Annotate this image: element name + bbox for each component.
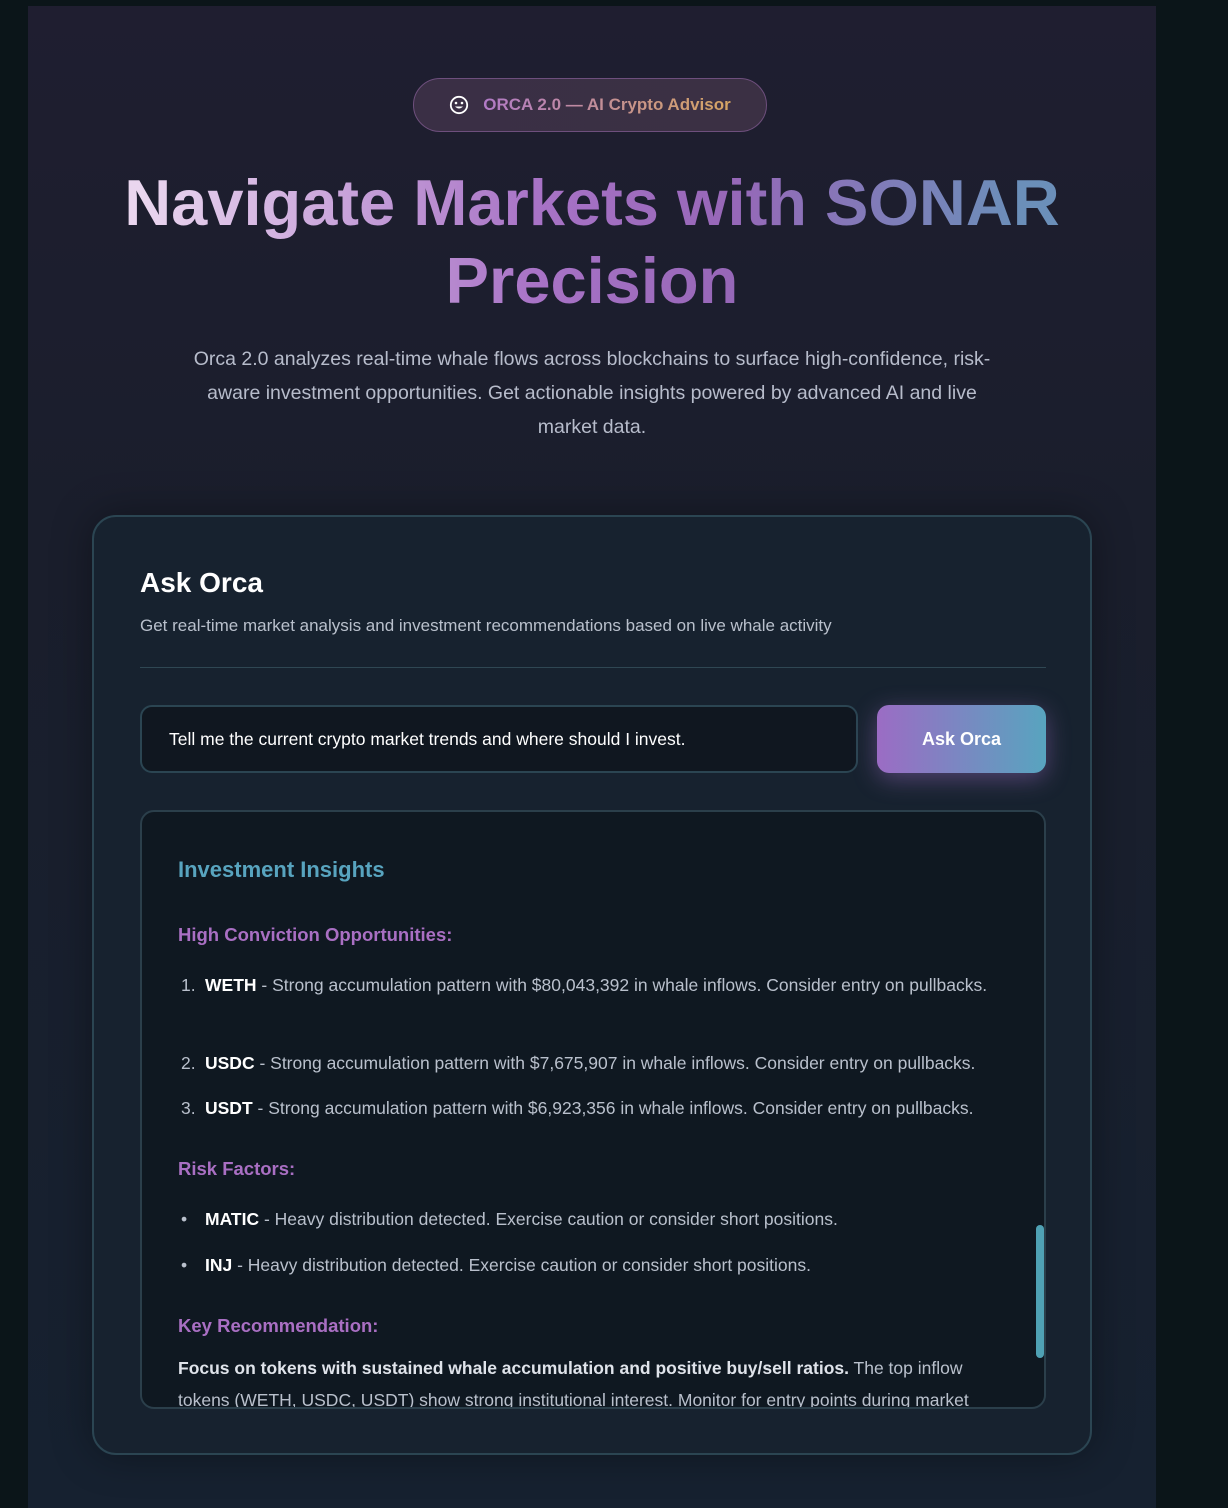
hero-title: Navigate Markets with SONAR Precision [28,164,1156,320]
hero-subtitle: Orca 2.0 analyzes real-time whale flows … [193,348,991,438]
list-marker: • [181,1255,188,1275]
product-badge: ORCA 2.0 — AI Crypto Advisor [413,78,767,132]
list-item: • INJ - Heavy distribution detected. Exe… [181,1249,1005,1281]
ask-orca-button[interactable]: Ask Orca [877,705,1046,773]
item-text: - Strong accumulation pattern with $6,92… [252,1098,974,1118]
item-text: - Heavy distribution detected. Exercise … [259,1209,838,1229]
list-item: 2. USDC - Strong accumulation pattern wi… [181,1047,1005,1079]
token-name: WETH [205,975,257,995]
high-conviction-heading: High Conviction Opportunities: [178,924,453,945]
token-name: MATIC [205,1209,260,1229]
list-marker: • [181,1209,188,1229]
key-recommendation-text: Focus on tokens with sustained whale acc… [178,1352,1008,1407]
divider [140,667,1046,668]
hero-title-line2: Precision [445,244,739,317]
item-text: - Strong accumulation pattern with $7,67… [254,1053,976,1073]
card-subtitle: Get real-time market analysis and invest… [140,616,832,635]
item-text: - Strong accumulation pattern with $80,0… [256,975,988,995]
list-item: • MATIC - Heavy distribution detected. E… [181,1203,1005,1235]
insights-title: Investment Insights [178,857,385,882]
insights-scroll-area: Investment Insights High Conviction Oppo… [142,812,1044,1407]
insights-panel[interactable]: Investment Insights High Conviction Oppo… [140,810,1046,1409]
page: ORCA 2.0 — AI Crypto Advisor Navigate Ma… [28,6,1156,1508]
token-name: USDC [205,1053,255,1073]
list-item: 3. USDT - Strong accumulation pattern wi… [181,1092,1005,1124]
key-recommendation-heading: Key Recommendation: [178,1315,379,1336]
smiley-icon [449,95,469,115]
scrollbar-thumb[interactable] [1036,1225,1044,1358]
recommendation-emphasis: Focus on tokens with sustained whale acc… [178,1358,849,1378]
list-marker: 1. [181,975,196,995]
risk-factors-heading: Risk Factors: [178,1158,296,1179]
badge-text: ORCA 2.0 — AI Crypto Advisor [483,95,731,114]
hero-title-line1: Navigate Markets with SONAR [124,166,1060,239]
token-name: INJ [205,1255,233,1275]
list-item: 1. WETH - Strong accumulation pattern wi… [181,969,1005,1001]
query-input[interactable] [140,705,858,773]
ask-orca-card: Ask Orca Get real-time market analysis a… [92,515,1092,1455]
list-marker: 2. [181,1053,196,1073]
token-name: USDT [205,1098,253,1118]
list-marker: 3. [181,1098,196,1118]
item-text: - Heavy distribution detected. Exercise … [232,1255,811,1275]
card-title: Ask Orca [140,567,263,598]
